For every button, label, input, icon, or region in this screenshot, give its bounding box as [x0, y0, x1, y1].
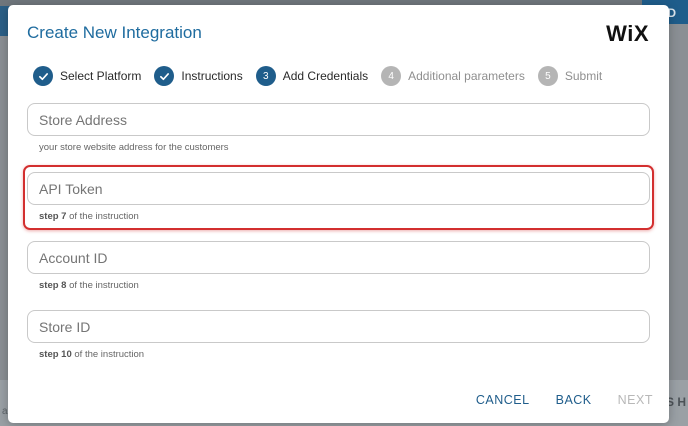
account-id-helper: step 8 of the instruction [39, 280, 650, 291]
background-right-text: S H [666, 395, 687, 409]
create-integration-dialog: Create New Integration WiX Select Platfo… [8, 5, 669, 423]
store-id-input-box[interactable] [27, 310, 650, 343]
next-button[interactable]: NEXT [618, 393, 653, 407]
step-number: 3 [255, 66, 276, 86]
store-address-field: your store website address for the custo… [27, 103, 650, 153]
store-address-helper: your store website address for the custo… [39, 142, 229, 153]
check-icon [154, 66, 175, 86]
helper-text: of the instruction [66, 211, 139, 222]
cancel-button[interactable]: CANCEL [476, 393, 530, 407]
step-instructions: Instructions [154, 66, 243, 86]
dialog-title: Create New Integration [27, 23, 202, 42]
helper-text: of the instruction [71, 349, 145, 360]
step-label: Select Platform [60, 69, 142, 83]
step-label: Instructions [181, 69, 243, 83]
step-submit: 5 Submit [537, 66, 603, 86]
helper-step-ref: step 7 [39, 211, 67, 222]
store-id-input[interactable] [39, 318, 638, 335]
account-id-input-box[interactable] [27, 241, 650, 274]
step-label: Additional parameters [408, 69, 525, 83]
api-token-input[interactable] [39, 180, 638, 197]
store-id-field: step 10 of the instruction [27, 310, 650, 360]
dialog-actions: CANCEL BACK NEXT [450, 393, 653, 407]
step-number: 5 [537, 66, 558, 86]
step-add-credentials: 3 Add Credentials [255, 66, 369, 86]
step-number: 4 [381, 66, 402, 86]
step-label: Submit [564, 69, 603, 83]
store-address-input-box[interactable] [27, 103, 650, 136]
account-id-input[interactable] [39, 249, 638, 266]
api-token-field: step 7 of the instruction [27, 172, 650, 222]
api-token-helper: step 7 of the instruction [39, 211, 650, 222]
store-id-helper: step 10 of the instruction [39, 349, 650, 360]
api-token-input-box[interactable] [27, 172, 650, 205]
back-button[interactable]: BACK [556, 393, 592, 407]
check-icon [33, 66, 53, 86]
step-label: Add Credentials [282, 69, 369, 83]
wix-logo: WiX [606, 21, 649, 46]
store-address-input[interactable] [39, 111, 638, 128]
helper-step-ref: step 10 [39, 349, 72, 360]
step-additional-parameters: 4 Additional parameters [381, 66, 525, 86]
step-select-platform: Select Platform [33, 66, 141, 86]
account-id-field: step 8 of the instruction [27, 241, 650, 291]
helper-step-ref: step 8 [39, 280, 67, 291]
stepper: Select Platform Instructions 3 Add Crede… [33, 66, 615, 86]
helper-text: of the instruction [66, 280, 139, 291]
